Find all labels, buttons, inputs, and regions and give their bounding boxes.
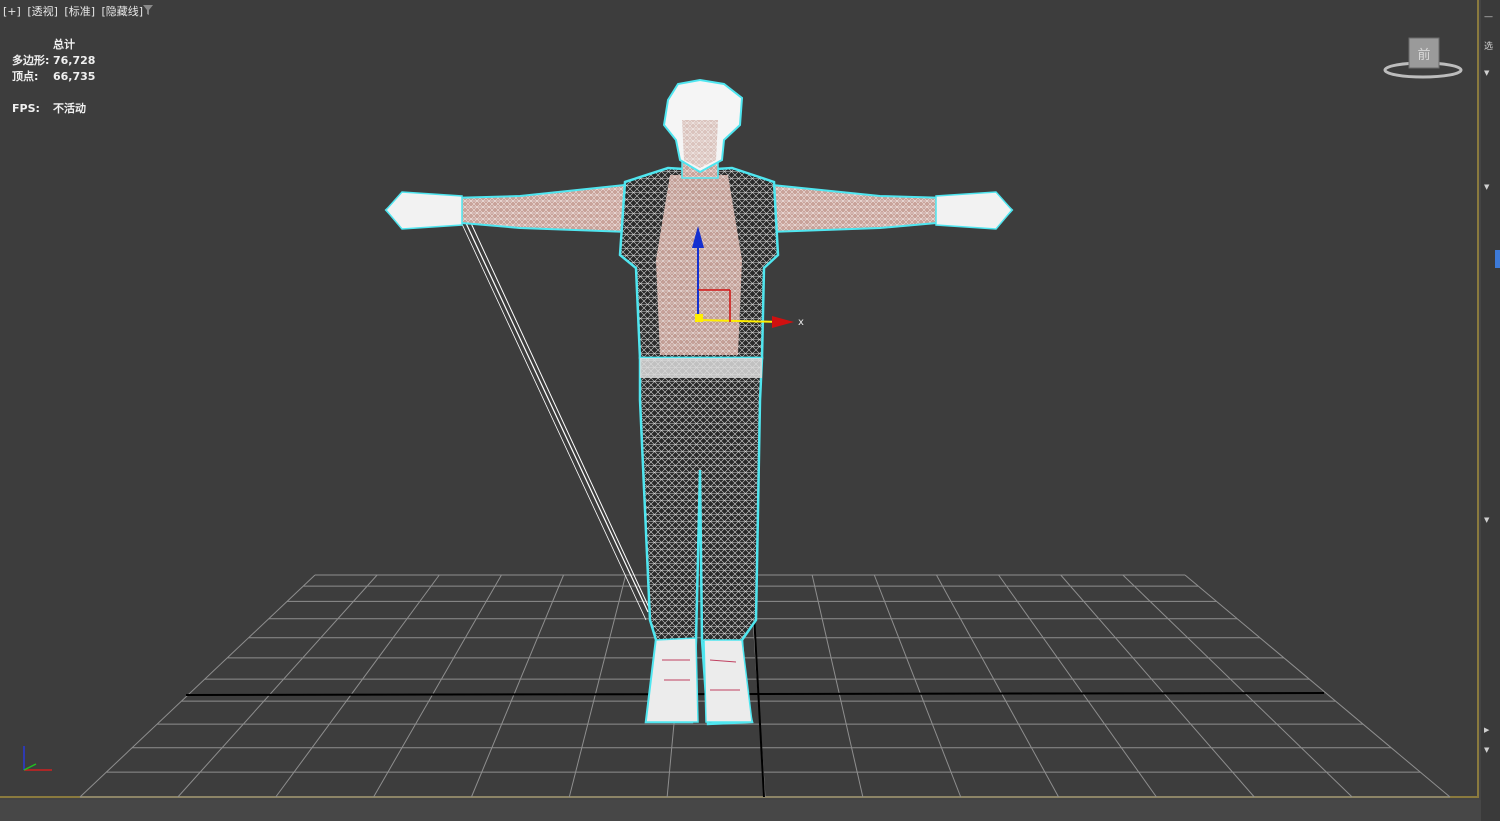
statistics-overlay: 总计 多边形: 76,728 顶点: 66,735 FPS: 不活动 xyxy=(12,37,95,117)
home-grid xyxy=(79,574,1451,798)
grid-line xyxy=(79,574,316,798)
axis-tripod-icon xyxy=(23,746,52,771)
grid-line xyxy=(275,574,440,798)
grid-line xyxy=(177,574,378,798)
grid-line xyxy=(811,574,864,798)
perspective-viewport[interactable]: x [+] [透视] [标准] [隐藏线] 总计 多边形: 76,728 顶点: 6… xyxy=(0,0,1479,798)
vertices-label: 顶点: xyxy=(12,70,39,83)
viewport-label-menu[interactable]: [+] [透视] [标准] [隐藏线] xyxy=(3,3,146,19)
viewport-shading-menu[interactable]: [隐藏线] xyxy=(102,5,144,18)
viewport-pov-menu[interactable]: [透视] xyxy=(27,5,58,18)
grid-line xyxy=(998,574,1157,798)
filter-icon[interactable] xyxy=(143,5,153,15)
chevron-down-icon[interactable]: ▼ xyxy=(1484,745,1494,755)
stats-header: 总计 xyxy=(53,38,75,51)
viewport-bottom-strip xyxy=(0,800,1481,821)
polygons-value: 76,728 xyxy=(53,54,96,67)
grid-line xyxy=(873,574,962,798)
viewcube[interactable]: 前 xyxy=(1383,34,1463,80)
viewport-plus-menu[interactable]: [+] xyxy=(3,5,21,18)
fps-value: 不活动 xyxy=(53,102,86,115)
fps-label: FPS: xyxy=(12,102,40,115)
chevron-right-icon[interactable]: ▶ xyxy=(1484,725,1494,735)
panel-scroll-indicator[interactable] xyxy=(1495,250,1500,268)
polygons-label: 多边形: xyxy=(12,54,50,67)
panel-minimize-button[interactable]: — xyxy=(1484,12,1494,22)
command-panel-edge[interactable]: — 选 ▼ ▼ ▼ ▶ ▼ xyxy=(1481,0,1500,821)
grid-line xyxy=(470,574,565,798)
panel-select-label: 选 xyxy=(1484,42,1494,52)
gizmo-x-label: x xyxy=(798,317,804,328)
grid-line xyxy=(568,574,627,798)
grid-axis-x xyxy=(185,692,1325,696)
viewcube-face-label: 前 xyxy=(1417,47,1430,63)
character-mesh[interactable] xyxy=(384,78,1014,726)
chevron-down-icon[interactable]: ▼ xyxy=(1484,182,1494,192)
grid-line xyxy=(373,574,502,798)
viewport-shading-standard[interactable]: [标准] xyxy=(64,5,95,18)
chevron-down-icon[interactable]: ▼ xyxy=(1484,515,1494,525)
grid-line xyxy=(935,574,1060,798)
chevron-down-icon[interactable]: ▼ xyxy=(1484,68,1494,78)
viewport-scene[interactable]: x xyxy=(0,0,1479,798)
vertices-value: 66,735 xyxy=(53,70,96,83)
